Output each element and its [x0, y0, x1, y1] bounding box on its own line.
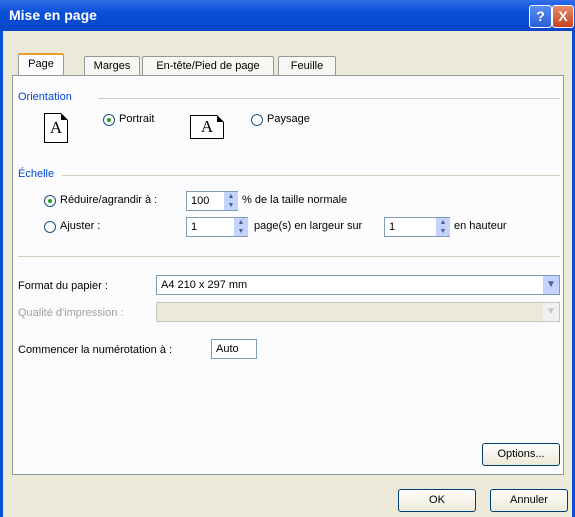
- reduce-suffix: % de la taille normale: [242, 194, 348, 206]
- tab-marges[interactable]: Marges: [84, 56, 140, 76]
- fit-height-suffix: en hauteur: [454, 220, 507, 232]
- paper-separator: [18, 256, 560, 257]
- fit-radio[interactable]: [44, 221, 56, 233]
- scale-separator: [62, 175, 560, 176]
- paper-format-value: A4 210 x 297 mm: [161, 279, 248, 291]
- tab-feuille[interactable]: Feuille: [278, 56, 336, 76]
- paper-format-select[interactable]: A4 210 x 297 mm ▼: [156, 275, 560, 295]
- title-bar: Mise en page ? X: [0, 0, 575, 31]
- numbering-input[interactable]: Auto: [211, 339, 257, 359]
- portrait-page-icon: A: [44, 113, 68, 143]
- reduce-spinner[interactable]: ▲ ▼: [223, 192, 238, 210]
- landscape-icon-glyph: A: [200, 117, 214, 136]
- reduce-radio[interactable]: [44, 195, 56, 207]
- portrait-icon-glyph: A: [49, 118, 63, 137]
- chevron-down-icon[interactable]: ▼: [543, 276, 559, 294]
- portrait-label[interactable]: Portrait: [119, 113, 154, 125]
- cancel-button[interactable]: Annuler: [490, 489, 568, 512]
- scale-group-label: Échelle: [18, 168, 55, 180]
- fit-width-spinner[interactable]: ▲ ▼: [233, 218, 248, 236]
- chevron-down-icon[interactable]: ▼: [543, 303, 559, 321]
- close-button[interactable]: X: [552, 5, 574, 28]
- fit-label[interactable]: Ajuster :: [60, 220, 100, 232]
- help-button[interactable]: ?: [529, 5, 552, 28]
- tab-page[interactable]: Page: [18, 53, 64, 77]
- page-fold-icon: [61, 113, 68, 120]
- orientation-group-label: Orientation: [18, 91, 72, 103]
- ok-button[interactable]: OK: [398, 489, 476, 512]
- fit-height-spinner[interactable]: ▲ ▼: [435, 218, 450, 236]
- landscape-radio[interactable]: [251, 114, 263, 126]
- orientation-separator: [98, 98, 560, 99]
- tab-entete-pied[interactable]: En-tête/Pied de page: [142, 56, 274, 76]
- landscape-label[interactable]: Paysage: [267, 113, 310, 125]
- paper-format-label: Format du papier :: [18, 280, 108, 292]
- landscape-page-icon: A: [190, 115, 224, 139]
- print-quality-label: Qualité d'impression :: [18, 307, 124, 319]
- fit-width-suffix: page(s) en largeur sur: [254, 220, 363, 232]
- options-button[interactable]: Options...: [482, 443, 560, 466]
- print-quality-select[interactable]: ▼: [156, 302, 560, 322]
- numbering-label: Commencer la numérotation à :: [18, 344, 173, 356]
- portrait-radio[interactable]: [103, 114, 115, 126]
- window-title: Mise en page: [9, 7, 97, 23]
- page-fold-icon: [217, 115, 224, 122]
- reduce-label[interactable]: Réduire/agrandir à :: [60, 194, 157, 206]
